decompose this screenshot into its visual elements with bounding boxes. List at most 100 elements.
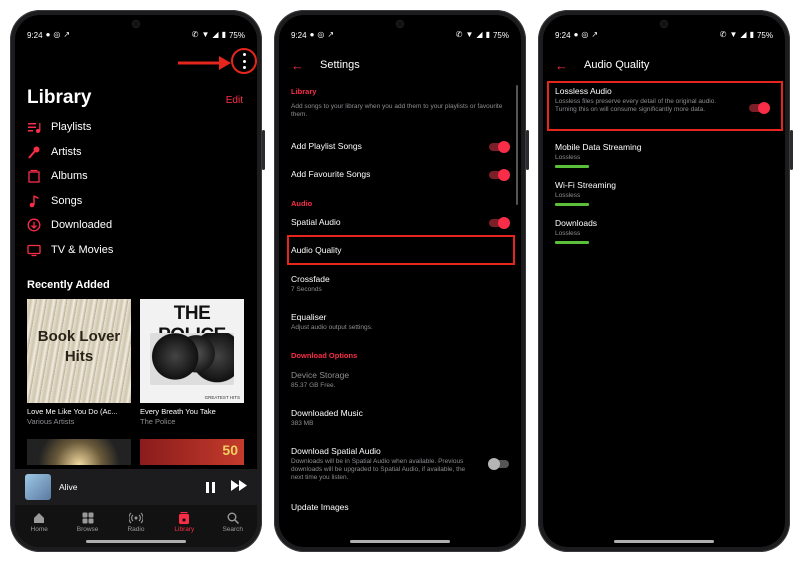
library-screen: 9:24 ● ◎ ↗ ✆ ▼ ◢ ▮ 75% Library Edit Play… (15, 15, 257, 547)
back-arrow-icon[interactable]: ← (555, 58, 568, 73)
songs-icon (27, 194, 41, 208)
home-icon (33, 511, 45, 524)
spatial-audio-row[interactable]: Spatial Audio (291, 217, 510, 229)
add-favourite-songs-row[interactable]: Add Favourite Songs (291, 169, 510, 181)
library-description: Add songs to your library when you add t… (291, 101, 505, 119)
missed-call-icon: ↗ (591, 30, 599, 39)
tab-search[interactable]: Search (211, 511, 255, 547)
row-value: 7 Seconds (291, 286, 322, 293)
tab-label: Search (222, 526, 244, 533)
back-arrow-icon[interactable]: ← (291, 58, 304, 73)
section-header-library: Library (291, 87, 317, 96)
home-indicator[interactable] (350, 540, 450, 543)
lossless-audio-toggle[interactable] (749, 102, 770, 114)
add-playlist-songs-row[interactable]: Add Playlist Songs (291, 141, 510, 153)
side-button (790, 130, 793, 170)
add-playlist-songs-toggle[interactable] (489, 141, 510, 153)
mobile-data-streaming-row[interactable]: Mobile Data Streaming Lossless (555, 142, 773, 168)
album-thumb[interactable] (27, 439, 131, 465)
wifi-icon: ▼ (201, 30, 210, 39)
playlists-icon (27, 120, 41, 134)
add-favourite-songs-toggle[interactable] (489, 169, 510, 181)
wifi-icon: ▼ (465, 30, 474, 39)
status-time: 9:24 (555, 30, 571, 40)
battery-icon: ▮ (485, 30, 490, 39)
equaliser-row[interactable]: Equaliser Adjust audio output settings. (291, 312, 509, 332)
library-item-tv-movies[interactable]: TV & Movies (27, 238, 245, 263)
device-storage-row: Device Storage 85.37 GB Free. (291, 370, 509, 390)
library-item-downloaded[interactable]: Downloaded (27, 213, 245, 238)
side-button (262, 130, 265, 170)
battery-percent: 75% (492, 30, 509, 40)
edit-button[interactable]: Edit (226, 95, 243, 106)
tab-label: Radio (127, 526, 145, 533)
battery-icon: ▮ (221, 30, 226, 39)
album-art: THE POLICE GREATEST HITS (140, 299, 244, 403)
album-card[interactable]: THE POLICE GREATEST HITS Every Breath Yo… (140, 299, 244, 426)
quality-indicator-bar (555, 203, 589, 206)
row-title: Add Favourite Songs (291, 169, 371, 179)
home-indicator[interactable] (614, 540, 714, 543)
library-item-artists[interactable]: Artists (27, 140, 245, 165)
quality-indicator-bar (555, 165, 589, 168)
album-art-title: Book Lover Hits (37, 328, 121, 365)
phone-settings: 9:24 ● ◎ ↗ ✆ ▼ ◢ ▮ 75% ← Settings Librar… (274, 10, 529, 552)
signal-icon: ◢ (212, 30, 219, 39)
row-value: Lossless (555, 192, 581, 199)
phone-library: 9:24 ● ◎ ↗ ✆ ▼ ◢ ▮ 75% Library Edit Play… (10, 10, 265, 552)
signal-icon: ◢ (476, 30, 483, 39)
tab-label: Browse (76, 526, 99, 533)
recently-added-heading: Recently Added (27, 279, 110, 291)
library-item-albums[interactable]: Albums (27, 164, 245, 189)
band-photo (150, 333, 234, 385)
radio-icon (128, 511, 143, 524)
spatial-audio-toggle[interactable] (489, 217, 510, 229)
status-bar: 9:24 ● ◎ ↗ ✆ ▼ ◢ ▮ 75% (291, 29, 509, 41)
page-title: Library (27, 87, 92, 108)
download-spatial-toggle[interactable] (488, 458, 509, 470)
section-header-audio: Audio (291, 199, 313, 208)
pause-icon[interactable] (206, 481, 215, 493)
messenger-icon: ● (573, 30, 579, 39)
wifi-streaming-row[interactable]: Wi-Fi Streaming Lossless (555, 180, 773, 206)
whatsapp-icon: ◎ (581, 30, 589, 39)
audio-quality-row[interactable]: Audio Quality (291, 245, 509, 255)
album-card[interactable]: Book Lover Hits Love Me Like You Do (Ac.… (27, 299, 131, 426)
home-indicator[interactable] (86, 540, 186, 543)
phone-audio-quality: 9:24 ● ◎ ↗ ✆ ▼ ◢ ▮ 75% ← Audio Quality L… (538, 10, 793, 552)
audio-quality-screen: 9:24 ● ◎ ↗ ✆ ▼ ◢ ▮ 75% ← Audio Quality L… (543, 15, 785, 547)
library-icon (178, 511, 190, 524)
forward-icon[interactable] (231, 478, 247, 496)
album-artist: Various Artists (27, 417, 75, 426)
update-images-row[interactable]: Update Images (291, 502, 509, 512)
row-title: Crossfade (291, 274, 330, 284)
row-title: Spatial Audio (291, 217, 341, 227)
quality-indicator-bar (555, 241, 589, 244)
downloads-row[interactable]: Downloads Lossless (555, 218, 773, 244)
album-thumb[interactable]: 50 (140, 439, 244, 465)
tab-label: Library (174, 526, 195, 533)
search-icon (227, 511, 239, 524)
downloaded-music-row[interactable]: Downloaded Music 383 MB (291, 408, 509, 428)
crossfade-row[interactable]: Crossfade 7 Seconds (291, 274, 509, 294)
download-spatial-row[interactable]: Download Spatial Audio Downloads will be… (291, 446, 509, 482)
mini-player-title: Alive (59, 482, 78, 492)
library-item-songs[interactable]: Songs (27, 189, 245, 214)
mini-player-art (25, 474, 51, 500)
status-time: 9:24 (291, 30, 307, 40)
status-time: 9:24 (27, 30, 43, 40)
overflow-menu-icon[interactable] (241, 53, 247, 69)
row-title: Device Storage (291, 370, 350, 380)
albums-icon (27, 169, 41, 183)
library-item-playlists[interactable]: Playlists (27, 115, 245, 140)
row-title: Update Images (291, 502, 349, 512)
lossless-audio-row[interactable]: Lossless Audio Lossless files preserve e… (555, 86, 773, 114)
row-title: Downloads (555, 218, 598, 228)
mini-player[interactable]: Alive (15, 469, 257, 505)
downloaded-icon (27, 218, 41, 232)
album-thumb-text: 50 (222, 442, 238, 458)
scrollbar[interactable] (516, 85, 518, 205)
section-header-download: Download Options (291, 351, 358, 360)
tab-home[interactable]: Home (17, 511, 61, 547)
artists-icon (27, 145, 41, 159)
